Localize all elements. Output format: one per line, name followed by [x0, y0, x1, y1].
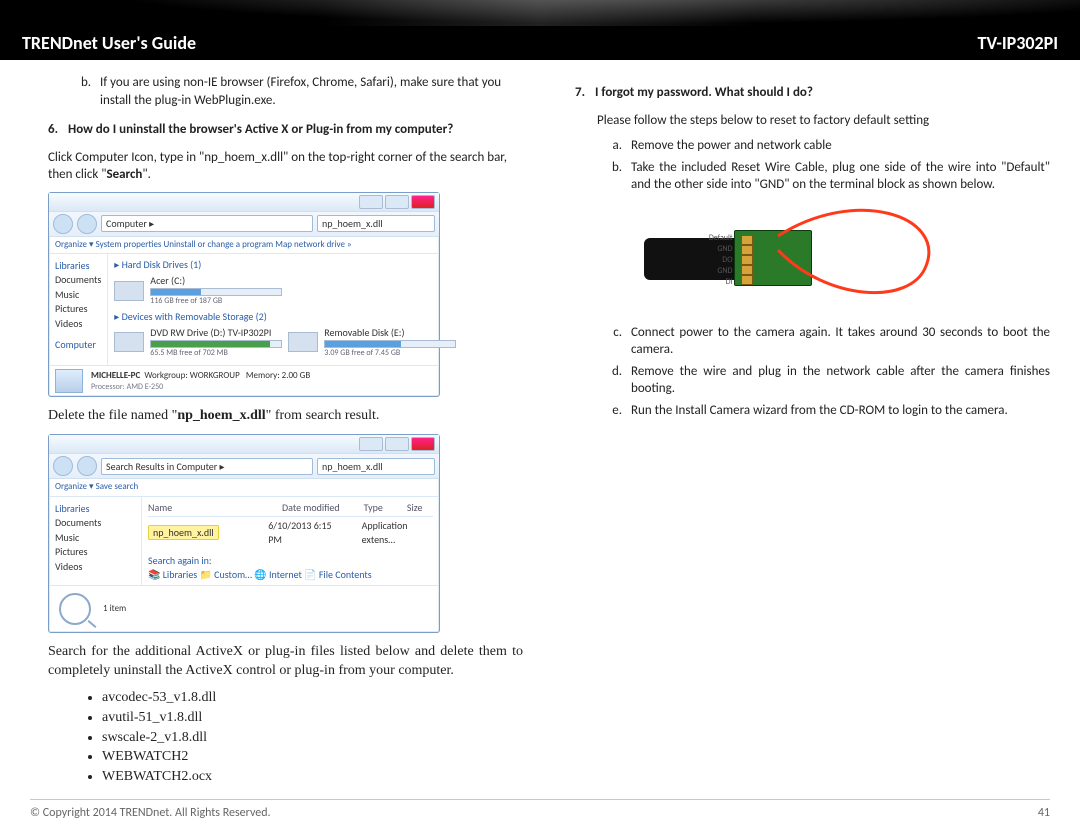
question-6: 6.How do I uninstall the browser's Activ…	[48, 121, 523, 139]
search-box: np_hoem_x.dll	[317, 458, 435, 476]
step-e: Run the Install Camera wizard from the C…	[625, 402, 1050, 420]
step-a: Remove the power and network cable	[625, 137, 1050, 155]
search-again-options: 📚 Libraries 📁 Custom… 🌐 Internet 📄 File …	[148, 568, 433, 582]
explorer-screenshot-2: Search Results in Computer ▸ np_hoem_x.d…	[48, 434, 440, 633]
step-c: Connect power to the camera again. It ta…	[625, 324, 1050, 359]
title-bar: TRENDnet User's Guide TV-IP302PI	[0, 26, 1080, 60]
close-icon	[411, 195, 435, 209]
list-item: avutil-51_v1.8.dll	[102, 709, 523, 728]
nav-pane: Libraries Documents Music Pictures Video…	[49, 254, 108, 366]
minimize-icon	[359, 195, 383, 209]
right-column: 7.I forgot my password. What should I do…	[557, 74, 1050, 788]
content-pane: ▸ Hard Disk Drives (1) Acer (C:) 116 GB …	[108, 254, 462, 366]
forward-icon	[77, 214, 97, 234]
drive-icon	[114, 281, 144, 301]
step-d: Remove the wire and plug in the network …	[625, 363, 1050, 398]
close-icon	[411, 437, 435, 451]
left-column: If you are using non-IE browser (Firefox…	[30, 74, 523, 788]
address-bar: Search Results in Computer ▸	[101, 458, 313, 476]
drive-row: Acer (C:) 116 GB free of 187 GB	[114, 274, 456, 306]
forward-icon	[77, 456, 97, 476]
reset-wire-icon	[776, 206, 946, 316]
step-b: Take the included Reset Wire Cable, plug…	[625, 159, 1050, 194]
q7-number: 7.	[575, 84, 595, 102]
explorer-body: Libraries Documents Music Pictures Video…	[49, 254, 439, 366]
q7-intro: Please follow the steps below to reset t…	[597, 112, 1050, 130]
page-footer: © Copyright 2014 TRENDnet. All Rights Re…	[30, 799, 1050, 820]
q6-paragraph-1: Click Computer Icon, type in "np_hoem_x.…	[48, 149, 523, 184]
q6-number: 6.	[48, 121, 68, 139]
back-icon	[53, 214, 73, 234]
file-list: avcodec-53_v1.8.dll avutil-51_v1.8.dll s…	[48, 689, 523, 787]
reset-wire-illustration: Default GND DO GND DI	[644, 206, 964, 316]
result-row: np_hoem_x.dll 6/10/2013 6:15 PM Applicat…	[148, 519, 433, 546]
list-item-b: If you are using non-IE browser (Firefox…	[94, 74, 523, 109]
maximize-icon	[385, 437, 409, 451]
list-item: WEBWATCH2.ocx	[102, 768, 523, 787]
status-bar: 1 item	[49, 585, 439, 632]
list-item: swscale-2_v1.8.dll	[102, 729, 523, 748]
q6-text: How do I uninstall the browser's Active …	[68, 122, 453, 137]
minimize-icon	[359, 437, 383, 451]
terminal-labels: Default GND DO GND DI	[689, 233, 733, 288]
content: If you are using non-IE browser (Firefox…	[0, 60, 1080, 788]
reset-steps: Remove the power and network cable Take …	[581, 137, 1050, 194]
question-7: 7.I forgot my password. What should I do…	[575, 84, 1050, 102]
explorer-toolbar: Organize ▾ System properties Uninstall o…	[49, 237, 439, 254]
highlighted-file: np_hoem_x.dll	[148, 525, 219, 540]
magnifier-icon	[59, 593, 91, 625]
list-item: avcodec-53_v1.8.dll	[102, 689, 523, 708]
drive-row: DVD RW Drive (D:) TV-IP302PI 65.5 MB fre…	[114, 326, 456, 358]
usb-icon	[288, 332, 318, 352]
window-titlebar	[49, 193, 439, 211]
continued-letter-list: If you are using non-IE browser (Firefox…	[48, 74, 523, 109]
section-header: ▸ Devices with Removable Storage (2)	[114, 310, 456, 324]
address-bar: Computer ▸	[101, 215, 313, 233]
page-number: 41	[1038, 806, 1050, 820]
nav-pane: Libraries Documents Music Pictures Video…	[49, 497, 142, 586]
q7-text: I forgot my password. What should I do?	[595, 85, 813, 100]
q6-paragraph-3: Search for the additional ActiveX or plu…	[48, 643, 523, 681]
section-header: ▸ Hard Disk Drives (1)	[114, 258, 456, 272]
explorer-toolbar: Organize ▾ Save search	[49, 479, 439, 496]
dvd-icon	[114, 332, 144, 352]
list-item: WEBWATCH2	[102, 748, 523, 767]
window-buttons	[359, 195, 435, 209]
search-box: np_hoem_x.dll	[317, 215, 435, 233]
explorer-screenshot-1: Computer ▸ np_hoem_x.dll Organize ▾ Syst…	[48, 192, 440, 398]
maximize-icon	[385, 195, 409, 209]
reset-steps-continued: Connect power to the camera again. It ta…	[581, 324, 1050, 420]
page: TRENDnet User's Guide TV-IP302PI If you …	[0, 0, 1080, 834]
decorative-banner	[0, 0, 1080, 26]
copyright: © Copyright 2014 TRENDnet. All Rights Re…	[30, 806, 271, 820]
column-headers: Name Date modified Type Size	[148, 501, 433, 518]
nav-bar: Computer ▸ np_hoem_x.dll	[49, 211, 439, 237]
guide-title: TRENDnet User's Guide	[22, 32, 196, 54]
q6-paragraph-2: Delete the file named "np_hoem_x.dll" fr…	[48, 407, 523, 426]
results-pane: Name Date modified Type Size np_hoem_x.d…	[142, 497, 439, 586]
model-number: TV-IP302PI	[978, 32, 1058, 54]
status-bar: MICHELLE-PC Workgroup: WORKGROUP Memory:…	[49, 365, 439, 396]
computer-icon	[55, 369, 83, 393]
search-again-label: Search again in:	[148, 554, 433, 568]
back-icon	[53, 456, 73, 476]
